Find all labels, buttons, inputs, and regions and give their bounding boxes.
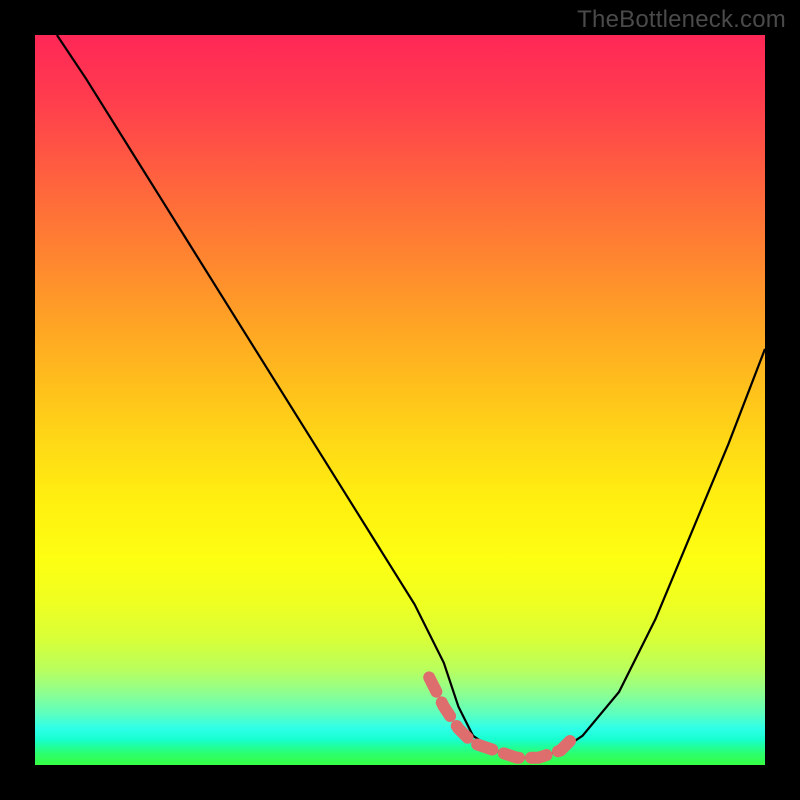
chart-container: TheBottleneck.com <box>0 0 800 800</box>
bottleneck-curve <box>57 35 765 758</box>
bottleneck-curve-svg <box>35 35 765 765</box>
watermark-text: TheBottleneck.com <box>577 6 786 34</box>
highlight-segment <box>429 677 575 757</box>
plot-area <box>35 35 765 765</box>
